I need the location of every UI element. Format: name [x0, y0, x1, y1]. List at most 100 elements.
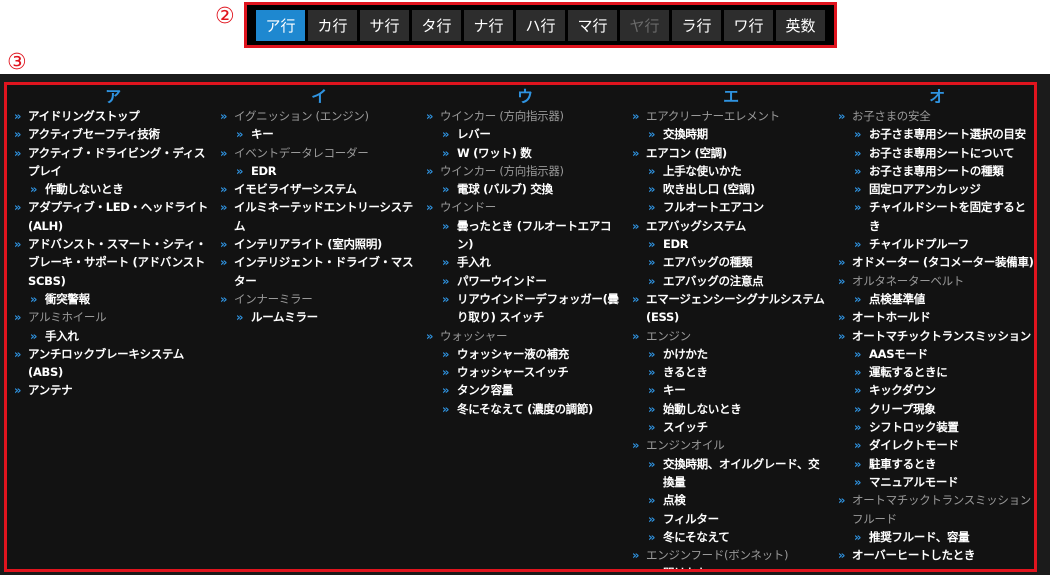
- index-link[interactable]: » 上手な使いかた: [632, 162, 830, 180]
- index-link[interactable]: » かけかた: [632, 345, 830, 363]
- tab-ra-row[interactable]: ラ行: [672, 9, 721, 41]
- index-link[interactable]: » 交換時期、オイルグレード、交換量: [632, 455, 830, 492]
- index-link[interactable]: » アダプティブ・LED・ヘッドライト(ALH): [14, 198, 212, 235]
- column-heading: ア: [105, 87, 121, 106]
- index-link[interactable]: » オドメーター (タコメーター装備車): [838, 253, 1034, 271]
- index-link[interactable]: » 手入れ: [14, 327, 212, 345]
- index-group-label: » インナーミラー: [220, 290, 418, 308]
- index-link[interactable]: » エアバッグの種類: [632, 253, 830, 271]
- index-link[interactable]: » アクティブ・ドライビング・ディスプレイ: [14, 144, 212, 181]
- index-item-label: オートマチックトランスミッション: [852, 328, 1031, 343]
- index-link[interactable]: » ルームミラー: [220, 308, 418, 326]
- index-link[interactable]: » お子さま専用シートについて: [838, 144, 1034, 162]
- index-link[interactable]: » 手入れ: [426, 253, 624, 271]
- index-link[interactable]: » W (ワット) 数: [426, 144, 624, 162]
- double-chevron-icon: »: [648, 529, 656, 544]
- index-link[interactable]: » スイッチ: [632, 418, 830, 436]
- index-link[interactable]: » EDR: [220, 162, 418, 180]
- tab-ta-row[interactable]: タ行: [412, 9, 461, 41]
- index-link[interactable]: » 固定ロアアンカレッジ: [838, 180, 1034, 198]
- index-link[interactable]: » オートホールド: [838, 308, 1034, 326]
- index-link[interactable]: » エアバッグシステム: [632, 217, 830, 235]
- double-chevron-icon: »: [14, 237, 22, 252]
- tab-alphanumeric[interactable]: 英数: [776, 9, 825, 41]
- double-chevron-icon: »: [30, 328, 38, 343]
- index-link[interactable]: » イルミネーテッドエントリーシステム: [220, 198, 418, 235]
- index-link[interactable]: » ダイレクトモード: [838, 436, 1034, 454]
- index-link[interactable]: » お子さま専用シート選択の目安: [838, 125, 1034, 143]
- index-link[interactable]: » 作動しないとき: [14, 180, 212, 198]
- index-link[interactable]: » チャイルドシートを固定するとき: [838, 198, 1034, 235]
- double-chevron-icon: »: [648, 237, 656, 252]
- index-link[interactable]: » 点検基準値: [838, 290, 1034, 308]
- index-link[interactable]: » お子さま専用シートの種類: [838, 162, 1034, 180]
- index-link[interactable]: » オートマチックトランスミッション: [838, 327, 1034, 345]
- index-link[interactable]: » ウォッシャー液の補充: [426, 345, 624, 363]
- double-chevron-icon: »: [648, 401, 656, 416]
- index-link[interactable]: » フィルター: [632, 510, 830, 528]
- index-link[interactable]: » フルオートエアコン: [632, 198, 830, 216]
- index-link[interactable]: » シフトロック装置: [838, 418, 1034, 436]
- tab-sa-row[interactable]: サ行: [360, 9, 409, 41]
- tab-ma-row[interactable]: マ行: [568, 9, 617, 41]
- double-chevron-icon: »: [632, 145, 640, 160]
- index-link[interactable]: » きるとき: [632, 363, 830, 381]
- index-link[interactable]: » タンク容量: [426, 381, 624, 399]
- index-link[interactable]: » 曇ったとき (フルオートエアコン): [426, 217, 624, 254]
- double-chevron-icon: »: [14, 310, 22, 325]
- index-item-label: 冬にそなえて (濃度の調節): [457, 401, 594, 416]
- index-link[interactable]: » アイドリングストップ: [14, 107, 212, 125]
- index-link[interactable]: » 推奨フルード、容量: [838, 528, 1034, 546]
- index-link[interactable]: » 電球 (バルブ) 交換: [426, 180, 624, 198]
- index-link[interactable]: » 交換時期: [632, 125, 830, 143]
- index-group-label: » ウインドー: [426, 198, 624, 216]
- index-link[interactable]: » 点検: [632, 491, 830, 509]
- double-chevron-icon: »: [632, 438, 640, 453]
- double-chevron-icon: »: [14, 383, 22, 398]
- index-link[interactable]: » キー: [632, 381, 830, 399]
- index-link[interactable]: » 運転するときに: [838, 363, 1034, 381]
- tab-na-row[interactable]: ナ行: [464, 9, 513, 41]
- index-link[interactable]: » 吹き出し口 (空調): [632, 180, 830, 198]
- index-link[interactable]: » アクティブセーフティ技術: [14, 125, 212, 143]
- index-link[interactable]: » オーバーヒートしたとき: [838, 546, 1034, 564]
- index-link[interactable]: » エマージェンシーシグナルシステム (ESS): [632, 290, 830, 327]
- index-link[interactable]: » エアコン (空調): [632, 144, 830, 162]
- index-link[interactable]: » リアウインドーデフォッガー(曇り取り) スイッチ: [426, 290, 624, 327]
- index-link[interactable]: » アンテナ: [14, 381, 212, 399]
- index-link[interactable]: » AASモード: [838, 345, 1034, 363]
- index-link[interactable]: » パワーウインドー: [426, 272, 624, 290]
- index-link[interactable]: » EDR: [632, 235, 830, 253]
- index-link[interactable]: » レバー: [426, 125, 624, 143]
- index-item-label: フルオートエアコン: [663, 200, 764, 215]
- index-link[interactable]: » 衝突警報: [14, 290, 212, 308]
- index-item-label: エアバッグの種類: [663, 255, 753, 270]
- index-link[interactable]: » アドバンスト・スマート・シティ・ブレーキ・サポート (アドバンストSCBS): [14, 235, 212, 290]
- double-chevron-icon: »: [854, 127, 862, 142]
- index-link[interactable]: » エアバッグの注意点: [632, 272, 830, 290]
- index-link[interactable]: » アンチロックブレーキシステム(ABS): [14, 345, 212, 382]
- index-item-label: ウォッシャー: [440, 328, 508, 343]
- index-link[interactable]: » キックダウン: [838, 381, 1034, 399]
- index-item-label: 電球 (バルブ) 交換: [457, 182, 553, 197]
- index-link[interactable]: » キー: [220, 125, 418, 143]
- index-link[interactable]: » クリープ現象: [838, 400, 1034, 418]
- index-link[interactable]: » チャイルドプルーフ: [838, 235, 1034, 253]
- index-link[interactable]: » 冬にそなえて: [632, 528, 830, 546]
- double-chevron-icon: »: [442, 218, 450, 233]
- tab-a-row[interactable]: ア行: [256, 9, 305, 41]
- tab-wa-row[interactable]: ワ行: [724, 9, 773, 41]
- tab-ha-row[interactable]: ハ行: [516, 9, 565, 41]
- index-link[interactable]: » イモビライザーシステム: [220, 180, 418, 198]
- index-link[interactable]: » 駐車するとき: [838, 455, 1034, 473]
- index-link[interactable]: » インテリアライト (室内照明): [220, 235, 418, 253]
- tab-ka-row[interactable]: カ行: [308, 9, 357, 41]
- double-chevron-icon: »: [648, 564, 655, 569]
- index-link[interactable]: » 開けかた: [632, 564, 830, 569]
- index-link[interactable]: » インテリジェント・ドライブ・マスター: [220, 253, 418, 290]
- index-link[interactable]: » ウォッシャースイッチ: [426, 363, 624, 381]
- index-link[interactable]: » マニュアルモード: [838, 473, 1034, 491]
- index-link[interactable]: » 冬にそなえて (濃度の調節): [426, 400, 624, 418]
- index-link[interactable]: » 始動しないとき: [632, 400, 830, 418]
- double-chevron-icon: »: [442, 346, 450, 361]
